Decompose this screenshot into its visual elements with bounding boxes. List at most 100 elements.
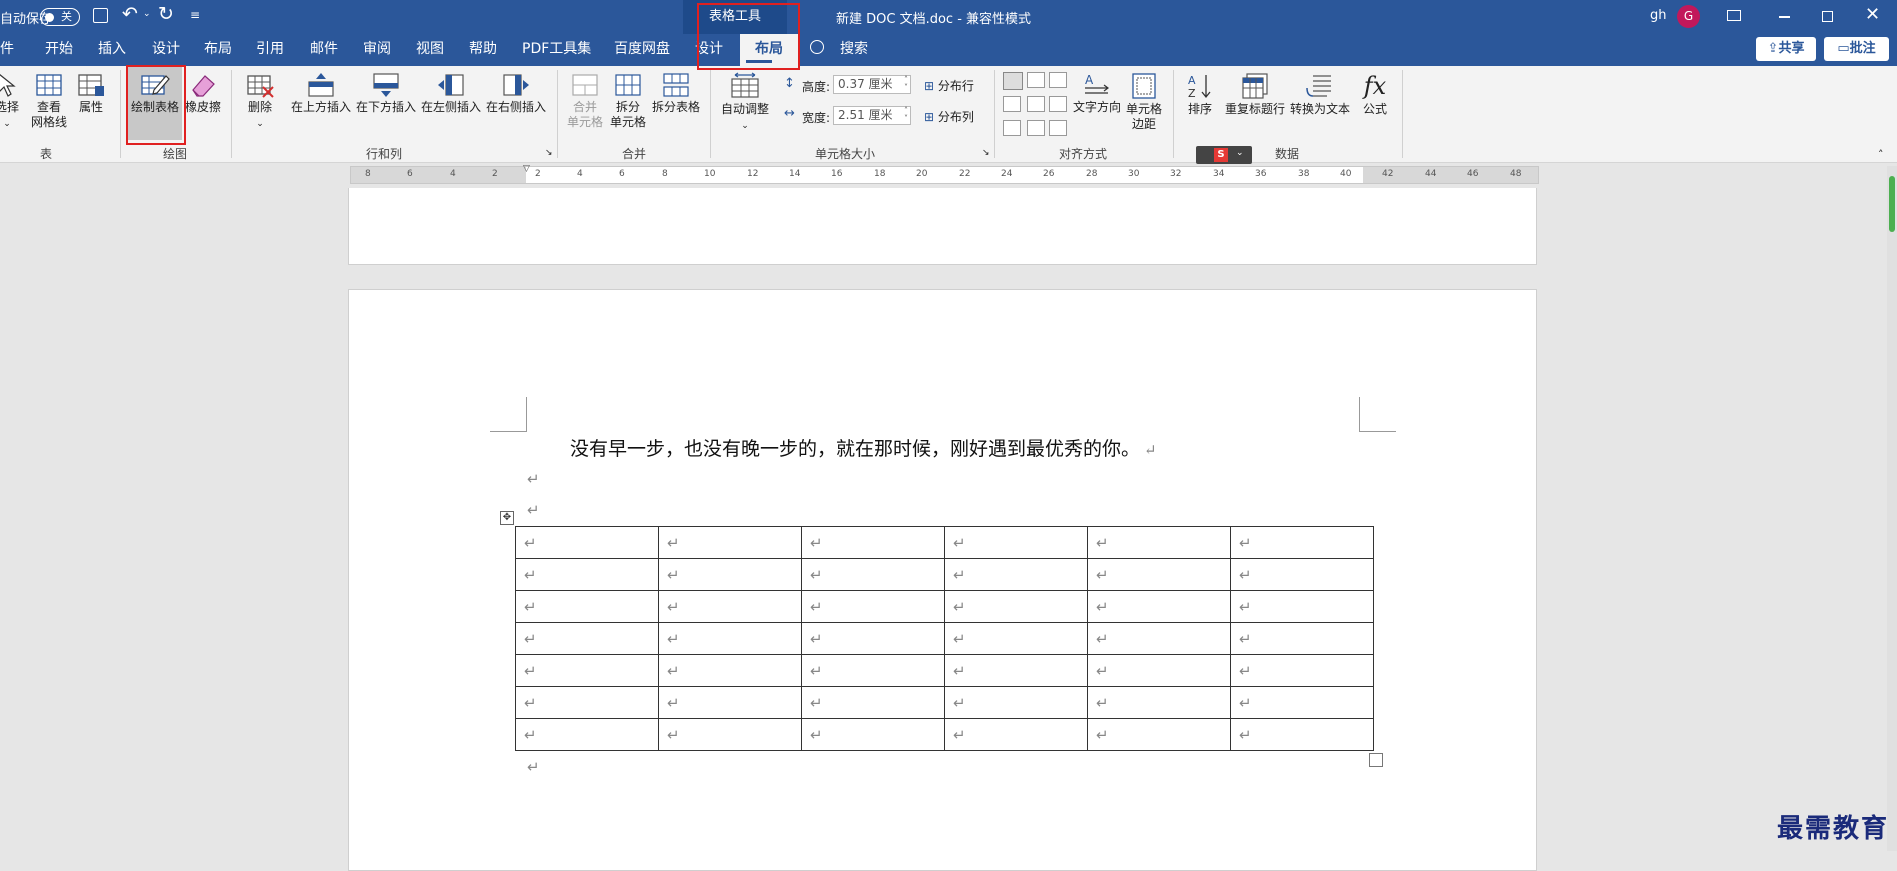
- undo-dropdown-icon[interactable]: ⌄: [143, 9, 151, 19]
- close-icon[interactable]: ✕: [1865, 4, 1880, 25]
- align-bottom-left-button[interactable]: [1003, 120, 1021, 136]
- table-cell[interactable]: ↵: [944, 622, 1088, 655]
- table-cell[interactable]: ↵: [801, 558, 945, 591]
- sort-button[interactable]: AZ 排序: [1182, 72, 1218, 117]
- align-top-right-button[interactable]: [1049, 72, 1067, 88]
- table-cell[interactable]: ↵: [515, 654, 659, 687]
- table-cell[interactable]: ↵: [658, 718, 802, 751]
- table-cell[interactable]: ↵: [801, 622, 945, 655]
- width-input[interactable]: 2.51 厘米 ˄ ˅: [833, 106, 911, 125]
- search-icon[interactable]: [810, 40, 824, 54]
- indent-marker-icon[interactable]: ▽: [523, 164, 530, 174]
- share-button[interactable]: ⇪共享: [1756, 37, 1816, 61]
- table-cell[interactable]: ↵: [1087, 686, 1231, 719]
- autofit-button[interactable]: 自动调整 ⌄: [718, 72, 772, 134]
- table-cell[interactable]: ↵: [944, 718, 1088, 751]
- comments-button[interactable]: ▭批注: [1824, 37, 1889, 61]
- table-cell[interactable]: ↵: [1087, 654, 1231, 687]
- table-cell[interactable]: ↵: [515, 686, 659, 719]
- insert-below-button[interactable]: 在下方插入: [355, 72, 417, 115]
- text-direction-button[interactable]: A 文字方向: [1072, 72, 1122, 115]
- table-cell[interactable]: ↵: [801, 526, 945, 559]
- table-cell[interactable]: ↵: [801, 590, 945, 623]
- table-cell[interactable]: ↵: [1230, 590, 1374, 623]
- table-cell[interactable]: ↵: [944, 654, 1088, 687]
- table-cell[interactable]: ↵: [801, 654, 945, 687]
- tab-review[interactable]: 审阅: [363, 34, 391, 66]
- width-spinner-icon[interactable]: ˄ ˅: [904, 107, 908, 123]
- customize-qat-icon[interactable]: ≡: [190, 8, 200, 22]
- table-cell[interactable]: ↵: [1230, 622, 1374, 655]
- properties-button[interactable]: 属性: [73, 72, 109, 115]
- distribute-cols-button[interactable]: ⊞ 分布列: [924, 108, 974, 125]
- horizontal-ruler[interactable]: 8 6 4 2 2 4 6 8 10 12 14 16 18 20 22 24 26 28 30 32 34 36 38 40…: [350, 164, 1539, 184]
- table-cell[interactable]: ↵: [515, 590, 659, 623]
- eraser-button[interactable]: 橡皮擦: [184, 72, 222, 115]
- table-cell[interactable]: ↵: [658, 558, 802, 591]
- repeat-header-rows-button[interactable]: 重复标题行: [1223, 72, 1287, 117]
- insert-above-button[interactable]: 在上方插入: [290, 72, 352, 115]
- tab-references[interactable]: 引用: [256, 34, 284, 66]
- tab-view[interactable]: 视图: [416, 34, 444, 66]
- align-middle-right-button[interactable]: [1049, 96, 1067, 112]
- table-cell[interactable]: ↵: [658, 590, 802, 623]
- table-cell[interactable]: ↵: [658, 526, 802, 559]
- table-cell[interactable]: ↵: [515, 558, 659, 591]
- convert-to-text-button[interactable]: 转换为文本: [1288, 72, 1352, 117]
- redo-icon[interactable]: ↻: [158, 3, 174, 25]
- rows-cols-dialog-launcher-icon[interactable]: ↘: [545, 148, 553, 158]
- table-resize-handle[interactable]: [1369, 753, 1383, 767]
- tab-help[interactable]: 帮助: [469, 34, 497, 66]
- maximize-icon[interactable]: [1822, 11, 1833, 22]
- align-bottom-center-button[interactable]: [1027, 120, 1045, 136]
- align-middle-left-button[interactable]: [1003, 96, 1021, 112]
- tab-insert[interactable]: 插入: [98, 34, 126, 66]
- table-cell[interactable]: ↵: [658, 622, 802, 655]
- tab-mailings[interactable]: 邮件: [310, 34, 338, 66]
- view-gridlines-button[interactable]: 查看 网格线: [27, 72, 71, 130]
- avatar[interactable]: G: [1677, 5, 1700, 28]
- table-cell[interactable]: ↵: [515, 622, 659, 655]
- save-icon[interactable]: [93, 8, 108, 23]
- collapse-ribbon-icon[interactable]: ˄: [1878, 148, 1884, 161]
- align-top-left-button[interactable]: [1003, 72, 1023, 90]
- split-cells-button[interactable]: 拆分 单元格: [608, 72, 648, 130]
- height-input[interactable]: 0.37 厘米 ˄ ˅: [833, 75, 911, 94]
- document-sentence[interactable]: 没有早一步，也没有晚一步的，就在那时候，刚好遇到最优秀的你。 ↵: [570, 434, 1157, 461]
- table-cell[interactable]: ↵: [1230, 558, 1374, 591]
- split-table-button[interactable]: 拆分表格: [650, 72, 702, 115]
- tab-layout[interactable]: 布局: [204, 34, 232, 66]
- tab-baidu-netdisk[interactable]: 百度网盘: [614, 34, 670, 66]
- ime-toolbar[interactable]: S ⌄: [1196, 146, 1252, 164]
- table-cell[interactable]: ↵: [1230, 718, 1374, 751]
- scrollbar-thumb[interactable]: [1889, 176, 1895, 232]
- table-cell[interactable]: ↵: [658, 654, 802, 687]
- cell-margins-button[interactable]: 单元格 边距: [1124, 72, 1164, 132]
- table-cell[interactable]: ↵: [515, 526, 659, 559]
- table-cell[interactable]: ↵: [1230, 654, 1374, 687]
- height-spinner-icon[interactable]: ˄ ˅: [904, 76, 908, 92]
- align-bottom-right-button[interactable]: [1049, 120, 1067, 136]
- minimize-icon[interactable]: [1779, 16, 1790, 18]
- distribute-rows-button[interactable]: ⊞ 分布行: [924, 77, 974, 94]
- table-cell[interactable]: ↵: [1087, 718, 1231, 751]
- table-cell[interactable]: ↵: [801, 718, 945, 751]
- table-cell[interactable]: ↵: [801, 686, 945, 719]
- table-cell[interactable]: ↵: [944, 686, 1088, 719]
- tab-design[interactable]: 设计: [152, 34, 180, 66]
- table-move-handle-icon[interactable]: ✥: [500, 511, 514, 525]
- table-cell[interactable]: ↵: [1087, 558, 1231, 591]
- table-cell[interactable]: ↵: [515, 718, 659, 751]
- insert-left-button[interactable]: 在左侧插入: [420, 72, 482, 115]
- table-cell[interactable]: ↵: [944, 526, 1088, 559]
- autosave-toggle[interactable]: 关: [40, 8, 80, 26]
- cell-size-dialog-launcher-icon[interactable]: ↘: [982, 148, 990, 158]
- undo-icon[interactable]: ↶: [122, 3, 138, 25]
- table-cell[interactable]: ↵: [1087, 526, 1231, 559]
- table-cell[interactable]: ↵: [1230, 686, 1374, 719]
- ribbon-display-options-icon[interactable]: [1727, 10, 1741, 21]
- tab-home[interactable]: 开始: [45, 34, 73, 66]
- table-cell[interactable]: ↵: [1087, 622, 1231, 655]
- table-cell[interactable]: ↵: [1230, 526, 1374, 559]
- table-cell[interactable]: ↵: [944, 590, 1088, 623]
